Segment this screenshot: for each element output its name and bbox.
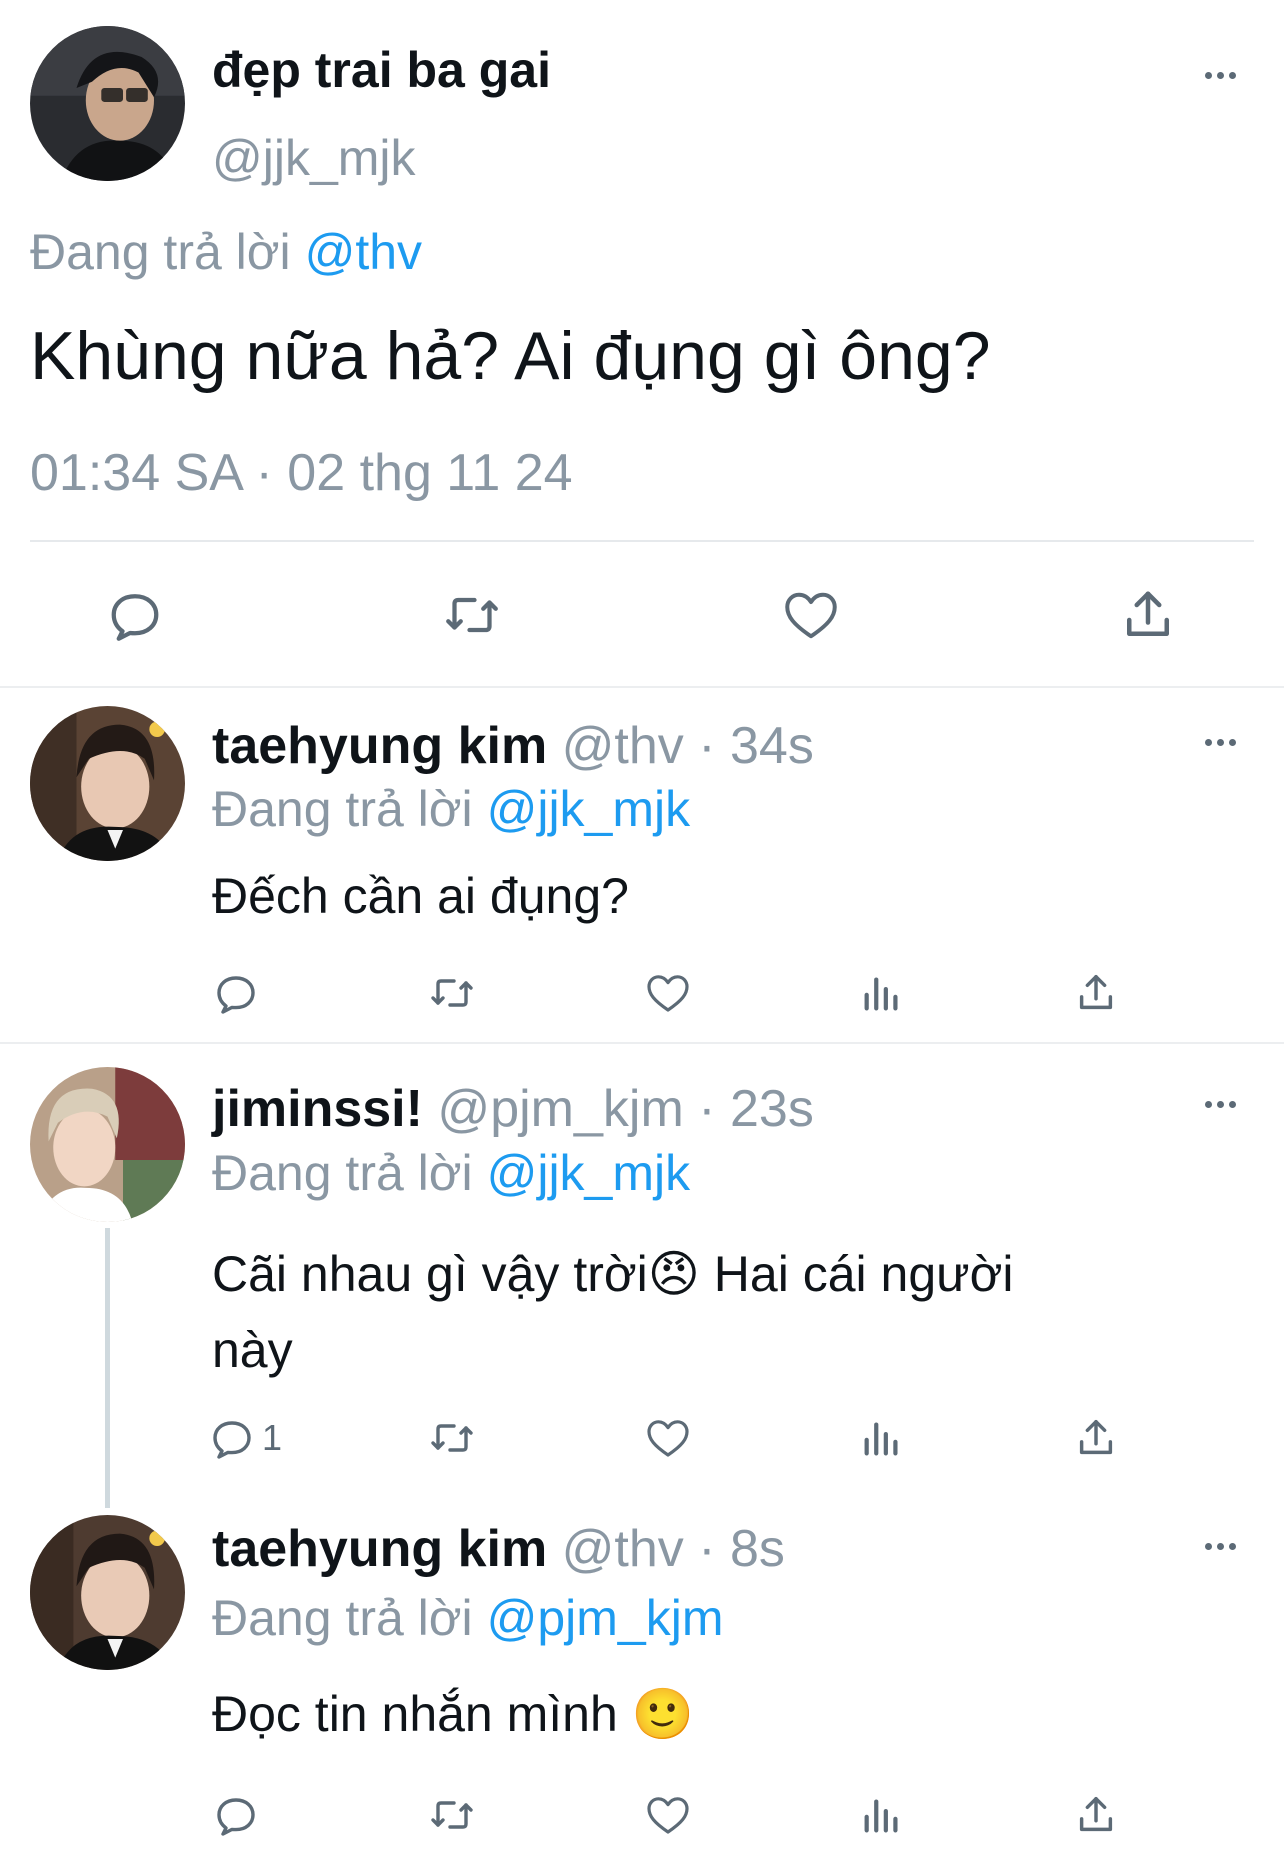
replying-to-line: Đang trả lời @thv	[30, 222, 422, 282]
reply-icon	[217, 976, 255, 1014]
tweet-text: Cãi nhau gì vậy trời😠 Hai cái người này	[212, 1236, 1014, 1388]
tweet-time[interactable]: · 23s	[698, 1080, 814, 1138]
share-button[interactable]	[1068, 1413, 1124, 1463]
replying-to-line: Đang trả lời @jjk_mjk	[212, 1143, 690, 1203]
like-button[interactable]	[776, 580, 846, 650]
reply-icon	[111, 594, 159, 641]
replying-to-line: Đang trả lời @pjm_kjm	[212, 1588, 723, 1648]
retweet-icon	[431, 979, 473, 1007]
tweet-text: Khùng nữa hả? Ai đụng gì ông?	[30, 318, 991, 394]
author-handle[interactable]: @pjm_kjm	[437, 1080, 683, 1138]
reply-button[interactable]	[208, 1790, 264, 1840]
avatar[interactable]	[30, 1067, 185, 1222]
like-button[interactable]	[640, 1413, 696, 1463]
like-icon	[647, 1797, 689, 1834]
avatar[interactable]	[30, 26, 185, 181]
reply-icon	[213, 1421, 251, 1459]
reply-header: taehyung kim @thv · 8s	[212, 1518, 785, 1580]
avatar[interactable]	[30, 1515, 185, 1670]
share-button[interactable]	[1068, 1790, 1124, 1840]
views-button[interactable]	[854, 1790, 910, 1840]
analytics-icon	[864, 1799, 898, 1833]
avatar[interactable]	[30, 706, 185, 861]
author-display-name[interactable]: taehyung kim	[212, 1520, 547, 1578]
more-options-button[interactable]	[1190, 722, 1250, 762]
share-icon	[1127, 591, 1169, 636]
replying-to-mention[interactable]: @thv	[305, 224, 422, 280]
retweet-icon	[431, 1801, 473, 1829]
tweet-text: Đọc tin nhắn mình 🙂	[212, 1686, 694, 1742]
like-icon	[785, 592, 837, 639]
thread-line	[105, 1228, 110, 1508]
author-display-name[interactable]: jiminssi!	[212, 1080, 423, 1138]
analytics-icon	[864, 977, 898, 1011]
replying-to-mention[interactable]: @jjk_mjk	[487, 781, 691, 837]
replying-to-line: Đang trả lời @jjk_mjk	[212, 779, 690, 839]
retweet-button[interactable]	[437, 580, 507, 650]
more-options-button[interactable]	[1190, 1526, 1250, 1566]
reply-header: jiminssi! @pjm_kjm · 23s	[212, 1078, 814, 1140]
retweet-button[interactable]	[424, 968, 480, 1018]
tweet-timestamp[interactable]: 01:34 SA · 02 thg 11 24	[30, 443, 573, 503]
tweet-text-line: Cãi nhau gì vậy trời😠 Hai cái người	[212, 1246, 1014, 1302]
reply-button[interactable]	[100, 580, 170, 650]
author-handle[interactable]: @jjk_mjk	[212, 128, 416, 188]
views-button[interactable]	[854, 968, 910, 1018]
like-icon	[647, 1420, 689, 1457]
analytics-icon	[864, 1422, 898, 1456]
divider	[30, 540, 1254, 542]
more-options-button[interactable]	[1190, 55, 1250, 95]
reply-button[interactable]: 1	[208, 1413, 298, 1463]
reply-button[interactable]	[208, 968, 264, 1018]
replying-to-mention[interactable]: @pjm_kjm	[487, 1590, 724, 1646]
replying-prefix: Đang trả lời	[212, 1145, 473, 1201]
tweet-time[interactable]: · 8s	[698, 1520, 785, 1578]
divider	[0, 1042, 1284, 1044]
tweet-text-line: này	[212, 1322, 293, 1378]
replying-prefix: Đang trả lời	[30, 224, 291, 280]
retweet-button[interactable]	[424, 1790, 480, 1840]
like-button[interactable]	[640, 1790, 696, 1840]
author-display-name[interactable]: taehyung kim	[212, 717, 547, 775]
retweet-icon	[446, 597, 498, 633]
replying-prefix: Đang trả lời	[212, 781, 473, 837]
like-icon	[647, 975, 689, 1012]
divider	[0, 686, 1284, 688]
share-icon	[1079, 1796, 1113, 1832]
share-button[interactable]	[1113, 580, 1183, 650]
tweet-time[interactable]: · 34s	[698, 717, 814, 775]
author-handle[interactable]: @thv	[562, 717, 684, 775]
author-display-name[interactable]: đẹp trai ba gai	[212, 40, 551, 100]
like-button[interactable]	[640, 968, 696, 1018]
reply-icon	[217, 1798, 255, 1836]
views-button[interactable]	[854, 1413, 910, 1463]
replying-to-mention[interactable]: @jjk_mjk	[487, 1145, 691, 1201]
reply-header: taehyung kim @thv · 34s	[212, 715, 814, 777]
author-handle[interactable]: @thv	[562, 1520, 684, 1578]
reply-count: 1	[262, 1417, 283, 1458]
share-icon	[1079, 1419, 1113, 1455]
more-options-button[interactable]	[1190, 1084, 1250, 1124]
share-icon	[1079, 974, 1113, 1010]
share-button[interactable]	[1068, 968, 1124, 1018]
replying-prefix: Đang trả lời	[212, 1590, 473, 1646]
retweet-button[interactable]	[424, 1413, 480, 1463]
retweet-icon	[431, 1424, 473, 1452]
tweet-text: Đếch cần ai đụng?	[212, 868, 629, 924]
